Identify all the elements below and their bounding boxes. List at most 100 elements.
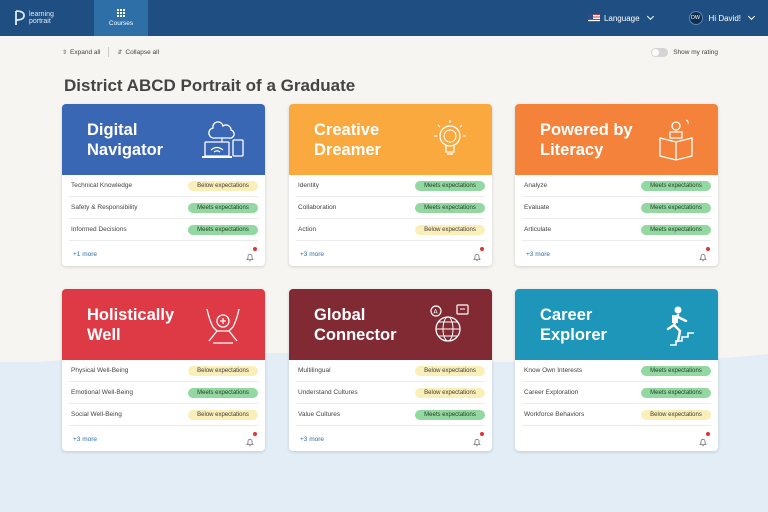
show-more-link[interactable]: +3 more [73,436,97,443]
chevron-down-icon [646,12,654,21]
notification-dot [706,432,710,436]
competency-row[interactable]: Technical Knowledge Below expectations [69,175,258,197]
card-title-line1: Digital [87,121,138,139]
collapse-all-button[interactable]: ⇵ Collapse all [117,49,159,56]
card-title: Global Connector [314,305,424,345]
card-header[interactable]: Global Connector [289,289,492,360]
status-badge[interactable]: Meets expectations [415,180,485,191]
tab-courses-label: Courses [108,20,134,27]
competency-list: Know Own Interests Meets expectations Ca… [515,360,718,426]
competency-label: Emotional Well-Being [71,389,134,396]
status-badge[interactable]: Below expectations [415,387,485,398]
card-header[interactable]: Powered by Literacy [515,104,718,175]
show-more-link[interactable]: +3 more [300,251,324,258]
status-badge[interactable]: Meets expectations [188,387,258,398]
card-title-line2: Literacy [540,141,604,159]
show-more-link[interactable]: +3 more [526,251,550,258]
card-header[interactable]: Holistically Well [62,289,265,360]
top-navigation-bar: learning portrait Courses Language DW Hi… [0,0,768,36]
tab-courses[interactable]: Courses [94,0,148,36]
status-badge[interactable]: Meets expectations [188,224,258,235]
card-header[interactable]: Digital Navigator [62,104,265,175]
competency-label: Know Own Interests [524,367,583,374]
status-badge[interactable]: Meets expectations [641,180,711,191]
chevron-down-icon [747,12,756,21]
competency-label: Identity [298,182,319,189]
bell-icon[interactable] [245,432,257,447]
competency-label: Informed Decisions [71,226,127,233]
competency-row[interactable]: Know Own Interests Meets expectations [522,360,711,382]
language-selector[interactable]: Language [587,12,654,23]
competency-row[interactable]: Social Well-Being Below expectations [69,404,258,426]
status-badge[interactable]: Meets expectations [415,409,485,420]
competency-row[interactable]: Evaluate Meets expectations [522,197,711,219]
show-rating-toggle[interactable]: Show my rating [651,47,718,57]
card-header[interactable]: Creative Dreamer [289,104,492,175]
card-footer: +3 more [289,241,492,266]
status-badge[interactable]: Meets expectations [415,202,485,213]
page-title: District ABCD Portrait of a Graduate [64,76,356,95]
bell-icon[interactable] [472,432,484,447]
competency-list: Analyze Meets expectations Evaluate Meet… [515,175,718,241]
notification-dot [253,247,257,251]
competency-row[interactable]: Articulate Meets expectations [522,219,711,241]
card-header[interactable]: Career Explorer [515,289,718,360]
card-title: Holistically Well [87,305,197,345]
show-more-link[interactable]: +1 more [73,251,97,258]
devices-icon [201,121,244,159]
competency-row[interactable]: Analyze Meets expectations [522,175,711,197]
competency-row[interactable]: Informed Decisions Meets expectations [69,219,258,241]
competency-label: Articulate [524,226,552,233]
competency-label: Technical Knowledge [71,182,133,189]
notification-dot [480,247,484,251]
status-badge[interactable]: Below expectations [415,224,485,235]
card-title: Digital Navigator [87,120,197,160]
bell-icon[interactable] [698,247,710,262]
competency-card[interactable]: Creative Dreamer Identity Meets expectat… [289,104,492,266]
user-menu[interactable]: DW Hi David! [688,11,756,25]
competency-card[interactable]: Holistically Well Physical Well-Being Be… [62,289,265,451]
competency-row[interactable]: Collaboration Meets expectations [296,197,485,219]
status-badge[interactable]: Meets expectations [188,202,258,213]
bell-icon[interactable] [472,247,484,262]
competency-card[interactable]: Powered by Literacy Analyze Meets expect… [515,104,718,266]
competency-card[interactable]: Career Explorer Know Own Interests Meets… [515,289,718,451]
competency-row[interactable]: Safety & Responsibility Meets expectatio… [69,197,258,219]
collapse-icon: ⇵ [117,49,123,56]
status-badge[interactable]: Below expectations [188,409,258,420]
logo[interactable]: learning portrait [14,10,94,26]
status-badge[interactable]: Meets expectations [641,224,711,235]
competency-row[interactable]: Workforce Behaviors Below expectations [522,404,711,426]
status-badge[interactable]: Meets expectations [641,387,711,398]
show-more-link[interactable]: +3 more [300,436,324,443]
status-badge[interactable]: Below expectations [415,365,485,376]
status-badge[interactable]: Below expectations [188,180,258,191]
competency-label: Social Well-Being [71,411,122,418]
bell-icon[interactable] [245,247,257,262]
competency-card[interactable]: Digital Navigator Technical Knowledge Be… [62,104,265,266]
competency-row[interactable]: Understand Cultures Below expectations [296,382,485,404]
status-badge[interactable]: Below expectations [188,365,258,376]
status-badge[interactable]: Meets expectations [641,202,711,213]
competency-label: Multilingual [298,367,331,374]
competency-row[interactable]: Career Exploration Meets expectations [522,382,711,404]
status-badge[interactable]: Meets expectations [641,365,711,376]
status-badge[interactable]: Below expectations [641,409,711,420]
expand-all-button[interactable]: ⇕ Expand all [62,49,100,56]
competency-row[interactable]: Value Cultures Meets expectations [296,404,485,426]
lightbulb-icon [433,119,467,155]
competency-row[interactable]: Emotional Well-Being Meets expectations [69,382,258,404]
competency-row[interactable]: Action Below expectations [296,219,485,241]
card-footer: +3 more [289,426,492,451]
competency-row[interactable]: Physical Well-Being Below expectations [69,360,258,382]
competency-row[interactable]: Multilingual Below expectations [296,360,485,382]
card-title: Career Explorer [540,305,650,345]
notification-dot [253,432,257,436]
card-title-line2: Dreamer [314,141,381,159]
us-flag-icon [587,14,600,22]
toggle-switch[interactable] [651,47,669,57]
bell-icon[interactable] [698,432,710,447]
competency-card[interactable]: Global Connector Multilingual Below expe… [289,289,492,451]
competency-row[interactable]: Identity Meets expectations [296,175,485,197]
notification-dot [706,247,710,251]
